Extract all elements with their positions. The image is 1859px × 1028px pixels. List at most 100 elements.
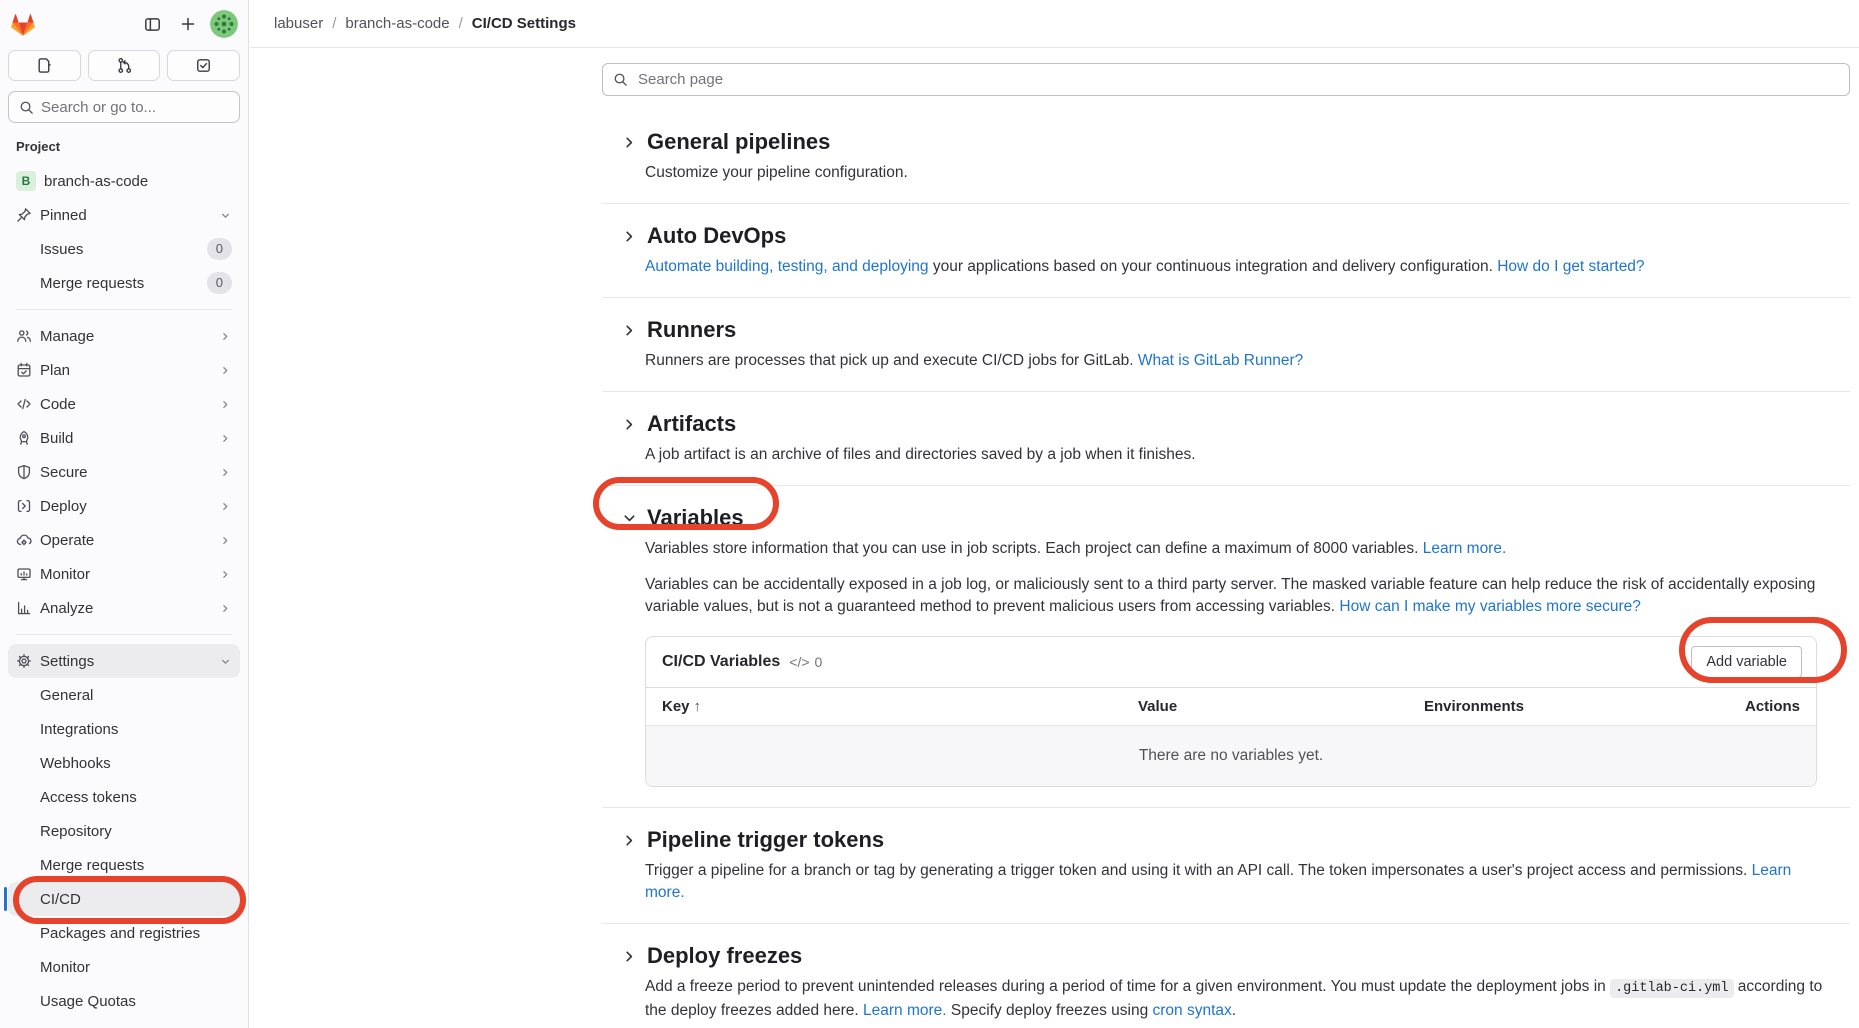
breadcrumb-item-project[interactable]: branch-as-code [345, 15, 449, 32]
description-text: Specify deploy freezes using [947, 1002, 1153, 1019]
sidebar-item-label: Merge requests [40, 857, 232, 874]
code-icon: </> [789, 654, 809, 670]
sidebar-item-label: Pinned [40, 207, 219, 224]
column-header-actions: Actions [1694, 698, 1800, 715]
sidebar-item-analyze[interactable]: Analyze [8, 591, 240, 625]
column-label: Key [662, 698, 690, 715]
page-search-box[interactable] [602, 63, 1850, 96]
project-avatar: B [16, 171, 36, 191]
section-description: Automate building, testing, and deployin… [645, 256, 1835, 278]
gitlab-logo-icon[interactable] [10, 12, 36, 37]
sidebar-item-build[interactable]: Build [8, 421, 240, 455]
sidebar-item-label: Access tokens [40, 789, 232, 806]
cloud-gear-icon [16, 532, 32, 548]
sidebar-item-settings-merge-requests[interactable]: Merge requests [8, 848, 240, 882]
section-general-pipelines: General pipelines Customize your pipelin… [602, 110, 1850, 204]
project-name: branch-as-code [44, 173, 232, 190]
sidebar-item-label: Build [40, 430, 219, 447]
sidebar-item-project[interactable]: B branch-as-code [8, 164, 240, 198]
description-text: Variables store information that you can… [645, 540, 1423, 557]
what-is-gitlab-runner-link[interactable]: What is GitLab Runner? [1138, 352, 1303, 369]
chevron-right-icon[interactable] [620, 415, 638, 433]
auto-devops-link[interactable]: Automate building, testing, and deployin… [645, 258, 929, 275]
add-variable-button[interactable]: Add variable [1691, 646, 1802, 678]
issues-shortcut-button[interactable] [8, 50, 81, 81]
sidebar-item-merge-requests-pinned[interactable]: Merge requests 0 [8, 266, 240, 300]
sidebar-header [0, 0, 248, 48]
section-description: Trigger a pipeline for a branch or tag b… [645, 860, 1835, 904]
section-title: Variables [647, 504, 744, 532]
cicd-variables-card: CI/CD Variables </> 0 Add variable Key↑ … [645, 636, 1817, 787]
sidebar-item-pinned[interactable]: Pinned [8, 198, 240, 232]
shield-icon [16, 464, 32, 480]
search-icon [613, 72, 628, 87]
sidebar-item-secure[interactable]: Secure [8, 455, 240, 489]
breadcrumb: labuser / branch-as-code / CI/CD Setting… [274, 15, 576, 32]
section-description: Customize your pipeline configuration. [645, 162, 1835, 184]
chevron-right-icon[interactable] [620, 831, 638, 849]
sidebar-item-settings-cicd[interactable]: CI/CD [8, 882, 240, 916]
chevron-right-icon [219, 398, 232, 411]
sidebar: Search or go to... Project B branch-as-c… [0, 0, 249, 1028]
main-header: labuser / branch-as-code / CI/CD Setting… [250, 0, 1859, 48]
sidebar-item-settings-repository[interactable]: Repository [8, 814, 240, 848]
section-pipeline-trigger-tokens: Pipeline trigger tokens Trigger a pipeli… [602, 808, 1850, 924]
sidebar-item-label: Packages and registries [40, 925, 232, 942]
chevron-right-icon[interactable] [620, 133, 638, 151]
breadcrumb-item-labuser[interactable]: labuser [274, 15, 323, 32]
sidebar-item-settings-packages-and-registries[interactable]: Packages and registries [8, 916, 240, 950]
section-title: Deploy freezes [647, 942, 802, 970]
sidebar-item-plan[interactable]: Plan [8, 353, 240, 387]
sidebar-item-operate[interactable]: Operate [8, 523, 240, 557]
section-runners: Runners Runners are processes that pick … [602, 298, 1850, 392]
learn-more-link[interactable]: Learn more. [863, 1002, 947, 1019]
plus-icon[interactable] [174, 10, 202, 38]
chevron-right-icon[interactable] [620, 321, 638, 339]
sidebar-item-label: Deploy [40, 498, 219, 515]
sidebar-item-settings-monitor[interactable]: Monitor [8, 950, 240, 984]
monitor-icon [16, 566, 32, 582]
description-text: Trigger a pipeline for a branch or tag b… [645, 862, 1752, 879]
cron-syntax-link[interactable]: cron syntax [1153, 1002, 1232, 1019]
learn-more-link[interactable]: Learn more. [1423, 540, 1507, 557]
chevron-right-icon [219, 534, 232, 547]
description-text: Add a freeze period to prevent unintende… [645, 978, 1610, 995]
sidebar-item-settings-webhooks[interactable]: Webhooks [8, 746, 240, 780]
chevron-right-icon [219, 432, 232, 445]
sidebar-item-deploy[interactable]: Deploy [8, 489, 240, 523]
sidebar-item-settings-usage-quotas[interactable]: Usage Quotas [8, 984, 240, 1018]
variables-secure-link[interactable]: How can I make my variables more secure? [1339, 598, 1641, 615]
sidebar-item-code[interactable]: Code [8, 387, 240, 421]
page-search-input[interactable] [636, 70, 1839, 89]
section-deploy-freezes: Deploy freezes Add a freeze period to pr… [602, 924, 1850, 1028]
sidebar-item-label: Merge requests [40, 275, 207, 292]
section-title: Runners [647, 316, 736, 344]
chevron-down-icon[interactable] [620, 509, 638, 527]
sidebar-item-settings-integrations[interactable]: Integrations [8, 712, 240, 746]
shortcut-row [0, 48, 248, 81]
variables-count-value: 0 [815, 654, 823, 670]
sidebar-item-issues[interactable]: Issues 0 [8, 232, 240, 266]
column-header-key[interactable]: Key↑ [662, 698, 1138, 715]
sidebar-item-label: Integrations [40, 721, 232, 738]
merge-requests-count-badge: 0 [207, 272, 232, 294]
merge-requests-shortcut-button[interactable] [88, 50, 161, 81]
sidebar-item-monitor[interactable]: Monitor [8, 557, 240, 591]
sidebar-toggle-icon[interactable] [138, 10, 166, 38]
sidebar-item-label: Secure [40, 464, 219, 481]
sidebar-item-settings[interactable]: Settings [8, 644, 240, 678]
sidebar-item-label: Monitor [40, 566, 219, 583]
sidebar-item-settings-general[interactable]: General [8, 678, 240, 712]
project-section-label: Project [0, 139, 248, 154]
sidebar-item-settings-access-tokens[interactable]: Access tokens [8, 780, 240, 814]
rocket-icon [16, 430, 32, 446]
sidebar-item-manage[interactable]: Manage [8, 319, 240, 353]
chevron-right-icon[interactable] [620, 227, 638, 245]
how-do-i-get-started-link[interactable]: How do I get started? [1497, 258, 1644, 275]
section-description: Add a freeze period to prevent unintende… [645, 976, 1835, 1022]
sidebar-search-input[interactable]: Search or go to... [8, 91, 240, 123]
user-avatar[interactable] [210, 10, 238, 38]
todos-shortcut-button[interactable] [167, 50, 240, 81]
sidebar-item-label: Issues [40, 241, 207, 258]
chevron-right-icon[interactable] [620, 947, 638, 965]
